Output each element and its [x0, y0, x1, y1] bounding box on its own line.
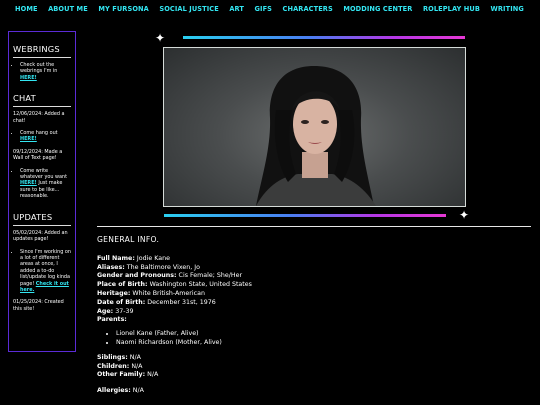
updates-list: Since I'm working on a lot of different …	[13, 249, 71, 294]
list-item: Check out the webrings I'm in HERE!	[20, 62, 71, 81]
list-item: Naomi Richardson (Mother, Alive)	[116, 339, 527, 348]
gender-row: Gender and Pronouns: Cis Female; She/Her	[97, 272, 527, 281]
nav-social-justice[interactable]: SOCIAL JUSTICE	[159, 5, 219, 13]
list-item: Come write whatever you want HERE! Just …	[20, 168, 71, 200]
sparkle-icon: ✦	[459, 208, 470, 222]
updates-heading: UPDATES	[13, 211, 53, 222]
siblings-value: N/A	[129, 353, 141, 361]
nav-writing[interactable]: WRITING	[491, 5, 524, 13]
webrings-list: Check out the webrings I'm in HERE!	[13, 62, 71, 81]
heritage-value: White British-American	[132, 289, 205, 297]
section-divider	[97, 226, 531, 227]
portrait-figure	[256, 66, 376, 206]
section-title: GENERAL INFO.	[97, 235, 160, 244]
chat-heading: CHAT	[13, 93, 36, 104]
nav-characters[interactable]: CHARACTERS	[283, 5, 333, 13]
full-name-row: Full Name: Jodie Kane	[97, 255, 527, 264]
aliases-value: The Baltimore Vixen, Jo	[126, 263, 200, 271]
other-family-label: Other Family:	[97, 371, 146, 379]
sparkle-icon: ✦	[155, 31, 166, 45]
full-name-value: Jodie Kane	[136, 254, 170, 262]
general-info: GENERAL INFO. Full Name: Jodie Kane Alia…	[97, 235, 527, 396]
nav-home[interactable]: HOME	[15, 5, 38, 13]
chat-text: Come hang out	[20, 130, 58, 137]
dob-label: Date of Birth:	[97, 298, 146, 306]
sidebar: WEBRINGS Check out the webrings I'm in H…	[8, 31, 76, 352]
allergies-label: Allergies:	[97, 387, 131, 395]
dob-row: Date of Birth: December 31st, 1976	[97, 299, 527, 308]
gender-label: Gender and Pronouns:	[97, 272, 177, 280]
birthplace-label: Place of Birth:	[97, 281, 148, 289]
other-family-value: N/A	[147, 371, 159, 379]
parents-row: Parents:	[97, 316, 527, 325]
parents-label: Parents:	[97, 316, 127, 324]
updates-divider	[13, 224, 71, 226]
dob-value: December 31st, 1976	[147, 298, 216, 306]
aliases-row: Aliases: The Baltimore Vixen, Jo	[97, 264, 527, 273]
nav-gifs[interactable]: GIFS	[255, 5, 273, 13]
webrings-link[interactable]: HERE!	[20, 75, 37, 81]
age-label: Age:	[97, 307, 114, 315]
birthplace-row: Place of Birth: Washington State, United…	[97, 281, 527, 290]
wall-entry-date: 09/12/2024: Made a Wall of Text page!	[13, 148, 63, 162]
age-value: 37-39	[115, 307, 134, 315]
gradient-bar-top	[183, 36, 465, 39]
children-row: Children: N/A	[97, 363, 527, 372]
age-row: Age: 37-39	[97, 308, 527, 317]
webrings-divider	[13, 57, 71, 58]
wall-list: Come write whatever you want HERE! Just …	[13, 168, 71, 200]
created-entry-date: 01/25/2024: Created this site!	[13, 299, 64, 312]
chat-list: Come hang out HERE!	[13, 130, 71, 143]
nav-roleplay-hub[interactable]: ROLEPLAY HUB	[423, 5, 480, 13]
nav-art[interactable]: ART	[229, 5, 244, 13]
list-item: Come hang out HERE!	[20, 130, 71, 143]
nav-my-fursona[interactable]: MY FURSONA	[98, 5, 149, 13]
character-portrait	[163, 47, 466, 207]
parents-list: Lionel Kane (Father, Alive) Naomi Richar…	[97, 330, 527, 348]
children-value: N/A	[131, 362, 143, 370]
chat-link[interactable]: HERE!	[20, 136, 37, 142]
heritage-row: Heritage: White British-American	[97, 290, 527, 299]
children-label: Children:	[97, 362, 130, 370]
webrings-text: Check out the webrings I'm in	[20, 62, 58, 75]
chat-divider	[13, 106, 71, 108]
allergies-value: N/A	[132, 387, 144, 395]
list-item: Lionel Kane (Father, Alive)	[116, 330, 527, 339]
nav-about-me[interactable]: ABOUT ME	[48, 5, 88, 13]
other-family-row: Other Family: N/A	[97, 371, 527, 380]
wall-text: Come write whatever you want	[20, 167, 68, 181]
nav-modding-center[interactable]: MODDING CENTER	[343, 5, 412, 13]
list-item: Since I'm working on a lot of different …	[20, 249, 71, 294]
chat-entry-date: 12/06/2024: Added a chat!	[13, 111, 65, 124]
heritage-label: Heritage:	[97, 289, 131, 297]
siblings-row: Siblings: N/A	[97, 354, 527, 363]
portrait-photo	[164, 48, 465, 206]
siblings-label: Siblings:	[97, 353, 128, 361]
birthplace-value: Washington State, United States	[149, 281, 252, 289]
wall-link[interactable]: HERE!	[20, 180, 37, 186]
aliases-label: Aliases:	[97, 263, 125, 271]
top-nav: HOME ABOUT ME MY FURSONA SOCIAL JUSTICE …	[0, 0, 540, 17]
updates-entry-date: 05/02/2024: Added an updates page!	[13, 229, 68, 243]
webrings-heading: WEBRINGS	[13, 44, 60, 54]
allergies-row: Allergies: N/A	[97, 387, 527, 396]
gradient-bar-bottom	[164, 214, 446, 217]
full-name-label: Full Name:	[97, 254, 135, 262]
gender-value: Cis Female; She/Her	[178, 272, 243, 280]
